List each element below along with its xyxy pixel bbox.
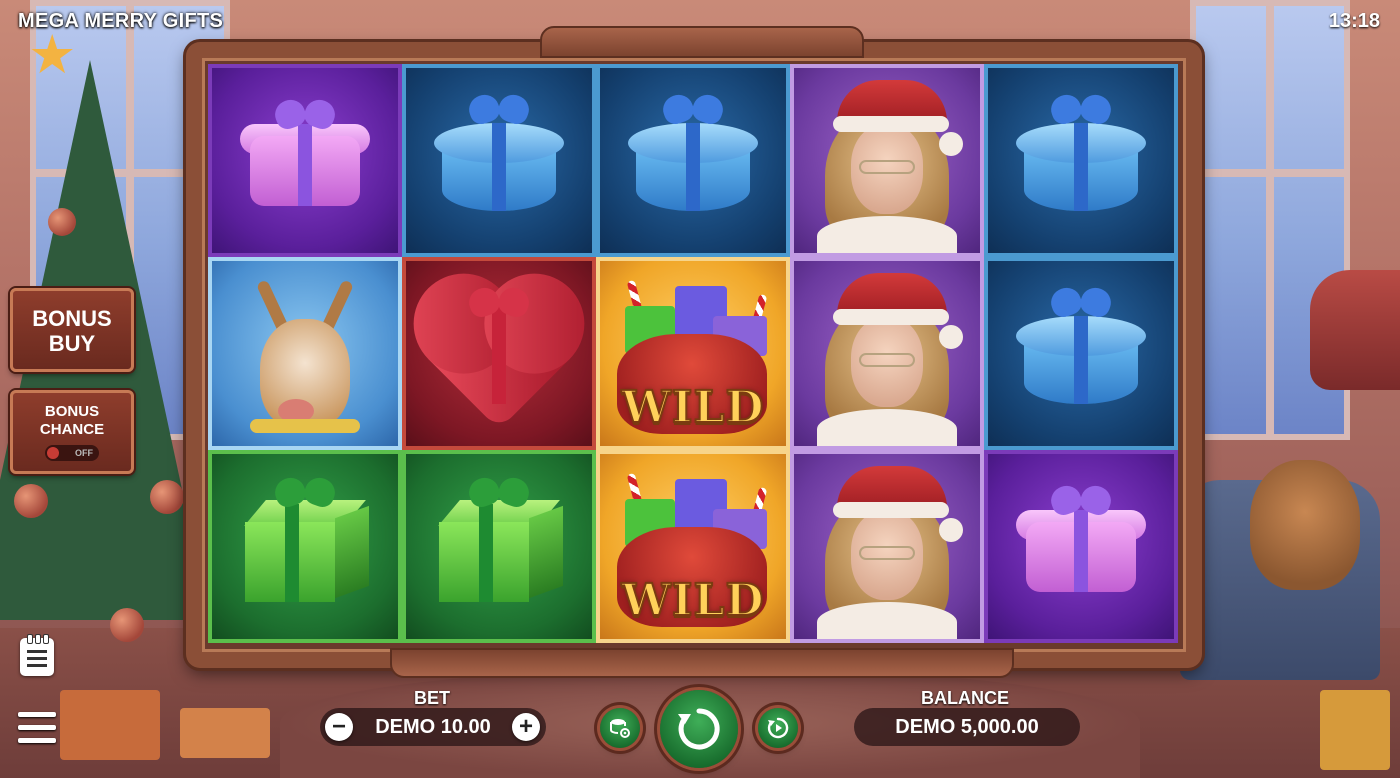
floor-gift [60, 690, 160, 760]
autoplay-settings-button[interactable] [600, 708, 640, 748]
santa-woman-icon [807, 269, 967, 446]
turbo-button[interactable] [758, 708, 798, 748]
reel-cell-red-heart-gift [402, 257, 596, 450]
reel-cell-purple-hex-gift [208, 64, 402, 257]
floor-gift [1320, 690, 1390, 770]
balance-display: DEMO 5,000.00 [854, 708, 1080, 746]
reel-cell-blue-round-gift [984, 64, 1178, 257]
bonus-buy-label-line2: BUY [48, 331, 96, 356]
reel-cell-blue-round-gift [984, 257, 1178, 450]
bonus-buy-label-line1: BONUS [32, 306, 112, 331]
spin-button[interactable] [660, 690, 738, 768]
green-cube-gift-icon [235, 482, 375, 612]
purple-hex-gift-icon [240, 106, 370, 216]
reel-cell-green-cube-gift [402, 450, 596, 643]
reindeer-icon [220, 269, 390, 439]
reel-grid: WILD WILD [208, 64, 1178, 644]
santa-woman-icon [807, 76, 967, 253]
bet-increase-button[interactable]: + [512, 713, 540, 741]
bonus-chance-button[interactable]: BONUS CHANCE OFF [10, 390, 134, 474]
reel-cell-blue-round-gift [402, 64, 596, 257]
toggle-knob [47, 447, 59, 459]
reel-cell-santa-woman [790, 257, 984, 450]
reel-cell-wild: WILD [596, 450, 790, 643]
wild-label: WILD [620, 574, 765, 627]
bet-decrease-button[interactable]: − [325, 713, 353, 741]
game-title: MEGA MERRY GIFTS [18, 10, 224, 32]
blue-round-gift-icon [1016, 294, 1146, 414]
paytable-icon[interactable] [20, 634, 54, 676]
bonus-chance-toggle-state: OFF [75, 448, 93, 458]
spin-icon [678, 708, 720, 750]
bonus-chance-label-line2: CHANCE [39, 421, 105, 438]
ornament [48, 208, 76, 236]
menu-icon[interactable] [18, 712, 56, 744]
bet-label: BET [414, 688, 450, 708]
turbo-icon [767, 717, 789, 739]
floor-gift [180, 708, 270, 758]
reel-cell-reindeer [208, 257, 402, 450]
blue-round-gift-icon [628, 101, 758, 221]
blue-round-gift-icon [1016, 101, 1146, 221]
wild-label: WILD [620, 381, 765, 434]
wild-icon: WILD [603, 264, 783, 444]
teddy-bear [1250, 460, 1360, 590]
star-icon: ★ [28, 25, 77, 85]
ornament [150, 480, 184, 514]
bonus-chance-toggle[interactable]: OFF [45, 445, 99, 461]
frame-top-ornament [540, 26, 864, 58]
reel-cell-wild: WILD [596, 257, 790, 450]
frame-bottom-ornament [390, 648, 1014, 678]
reel-cell-green-cube-gift [208, 450, 402, 643]
ornament [14, 484, 48, 518]
clock: 13:18 [1328, 10, 1380, 32]
santa-woman-icon [807, 462, 967, 639]
ornament [110, 608, 144, 642]
bet-value: DEMO 10.00 [375, 715, 491, 738]
reel-cell-santa-woman [790, 450, 984, 643]
reel-cell-blue-round-gift [596, 64, 790, 257]
blue-round-gift-icon [434, 101, 564, 221]
balance-value: DEMO 5,000.00 [895, 715, 1039, 738]
green-cube-gift-icon [429, 482, 569, 612]
minus-icon: − [331, 713, 346, 740]
reel-cell-purple-hex-gift [984, 450, 1178, 643]
bonus-buy-button[interactable]: BONUS BUY [10, 288, 134, 372]
purple-hex-gift-icon [1016, 492, 1146, 602]
reel-cell-santa-woman [790, 64, 984, 257]
plus-icon: + [518, 713, 533, 740]
red-heart-gift-icon [428, 287, 570, 430]
santa-hat-decoration [1310, 270, 1400, 390]
autoplay-settings-icon [610, 719, 630, 738]
wild-icon: WILD [603, 457, 783, 637]
bonus-chance-label-line1: BONUS [44, 403, 100, 420]
balance-label: BALANCE [921, 688, 1009, 708]
